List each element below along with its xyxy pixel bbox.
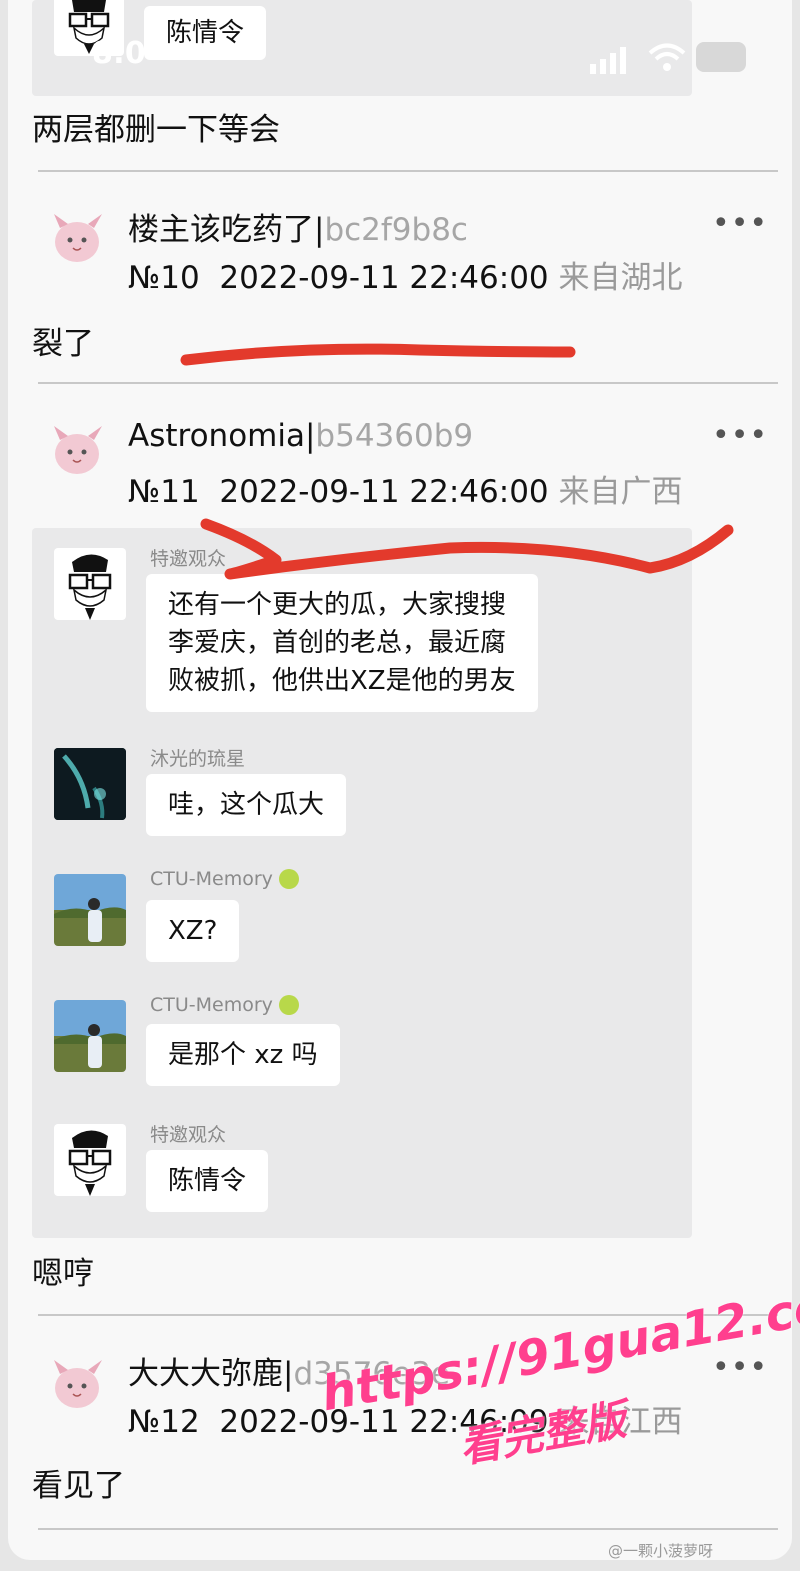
floor-number: №12	[128, 1404, 200, 1440]
reply-text: 嗯哼	[32, 1256, 94, 1292]
post-location: 来自广西	[558, 474, 683, 510]
avatar-glasses-cartoon	[54, 548, 126, 620]
battery-icon	[696, 42, 746, 72]
post-location: 来自湖北	[558, 260, 683, 296]
avatar-pink-creature	[46, 206, 108, 268]
wifi-icon	[648, 43, 686, 71]
message-line: 哇，这个瓜大	[168, 790, 325, 820]
status-time: 8:0	[92, 36, 146, 71]
avatar-landscape-photo	[54, 1000, 126, 1072]
message-bubble: 还有一个更大的瓜，大家搜搜 李爱庆，首创的老总，最近腐 败被抓，他供出XZ是他的…	[146, 574, 538, 712]
reply-text: 两层都删一下等会	[32, 112, 280, 148]
user-id: bc2f9b8c	[324, 212, 468, 248]
chat-sender-name: 沐光的琉星	[150, 748, 246, 770]
more-options-icon[interactable]: •••	[712, 418, 768, 453]
message-bubble: 陈情令	[146, 1150, 269, 1212]
post-username[interactable]: Astronomia|b54360b9	[128, 418, 473, 454]
message-line: 李爱庆，首创的老总，最近腐	[168, 628, 507, 658]
signal-icon	[590, 47, 626, 74]
username-text: 大大大弥鹿|	[128, 1356, 294, 1392]
floor-number: №10	[128, 260, 200, 296]
chat-sender-name: CTU-Memory	[150, 868, 299, 890]
avatar-landscape-photo	[54, 874, 126, 946]
message-line: 陈情令	[168, 1166, 247, 1196]
sender-text: CTU-Memory	[150, 994, 273, 1016]
post-meta: №10 2022-09-11 22:46:00 来自湖北	[128, 252, 683, 297]
divider	[38, 382, 778, 384]
more-options-icon[interactable]: •••	[712, 1350, 768, 1385]
username-text: 楼主该吃药了|	[128, 212, 325, 248]
tennis-ball-icon	[278, 869, 299, 889]
weibo-credit: @一颗小菠萝呀	[608, 1542, 714, 1560]
chat-sender-name: 特邀观众	[150, 548, 227, 570]
post-meta: №11 2022-09-11 22:46:00 来自广西	[128, 466, 683, 511]
more-options-icon[interactable]: •••	[712, 206, 768, 241]
status-bar: 8:0	[8, 18, 792, 74]
sender-text: CTU-Memory	[150, 868, 273, 890]
chat-sender-name: 特邀观众	[150, 1124, 227, 1146]
reply-text: 裂了	[32, 326, 94, 362]
chat-sender-name: CTU-Memory	[150, 994, 299, 1016]
avatar-dark-teal-image	[54, 748, 126, 820]
message-bubble: 哇，这个瓜大	[146, 774, 347, 836]
message-bubble: XZ?	[146, 900, 240, 962]
avatar-glasses-cartoon	[54, 1124, 126, 1196]
avatar-pink-creature	[46, 1352, 108, 1414]
post-datetime: 2022-09-11 22:46:00	[219, 260, 549, 296]
post-datetime: 2022-09-11 22:46:00	[219, 474, 549, 510]
message-line: 是那个 xz 吗	[168, 1040, 318, 1070]
divider	[38, 1528, 778, 1530]
message-line: 败被抓，他供出XZ是他的男友	[168, 666, 516, 696]
user-id: b54360b9	[315, 418, 474, 454]
post-username[interactable]: 楼主该吃药了|bc2f9b8c	[128, 204, 468, 249]
divider	[38, 170, 778, 172]
avatar-pink-creature	[46, 418, 108, 480]
tennis-ball-icon	[278, 995, 299, 1015]
reply-text: 看见了	[32, 1468, 125, 1504]
floor-number: №11	[128, 474, 200, 510]
message-bubble: 是那个 xz 吗	[146, 1024, 340, 1086]
username-text: Astronomia|	[128, 418, 316, 454]
message-line: 还有一个更大的瓜，大家搜搜	[168, 590, 507, 620]
message-line: XZ?	[168, 916, 218, 946]
